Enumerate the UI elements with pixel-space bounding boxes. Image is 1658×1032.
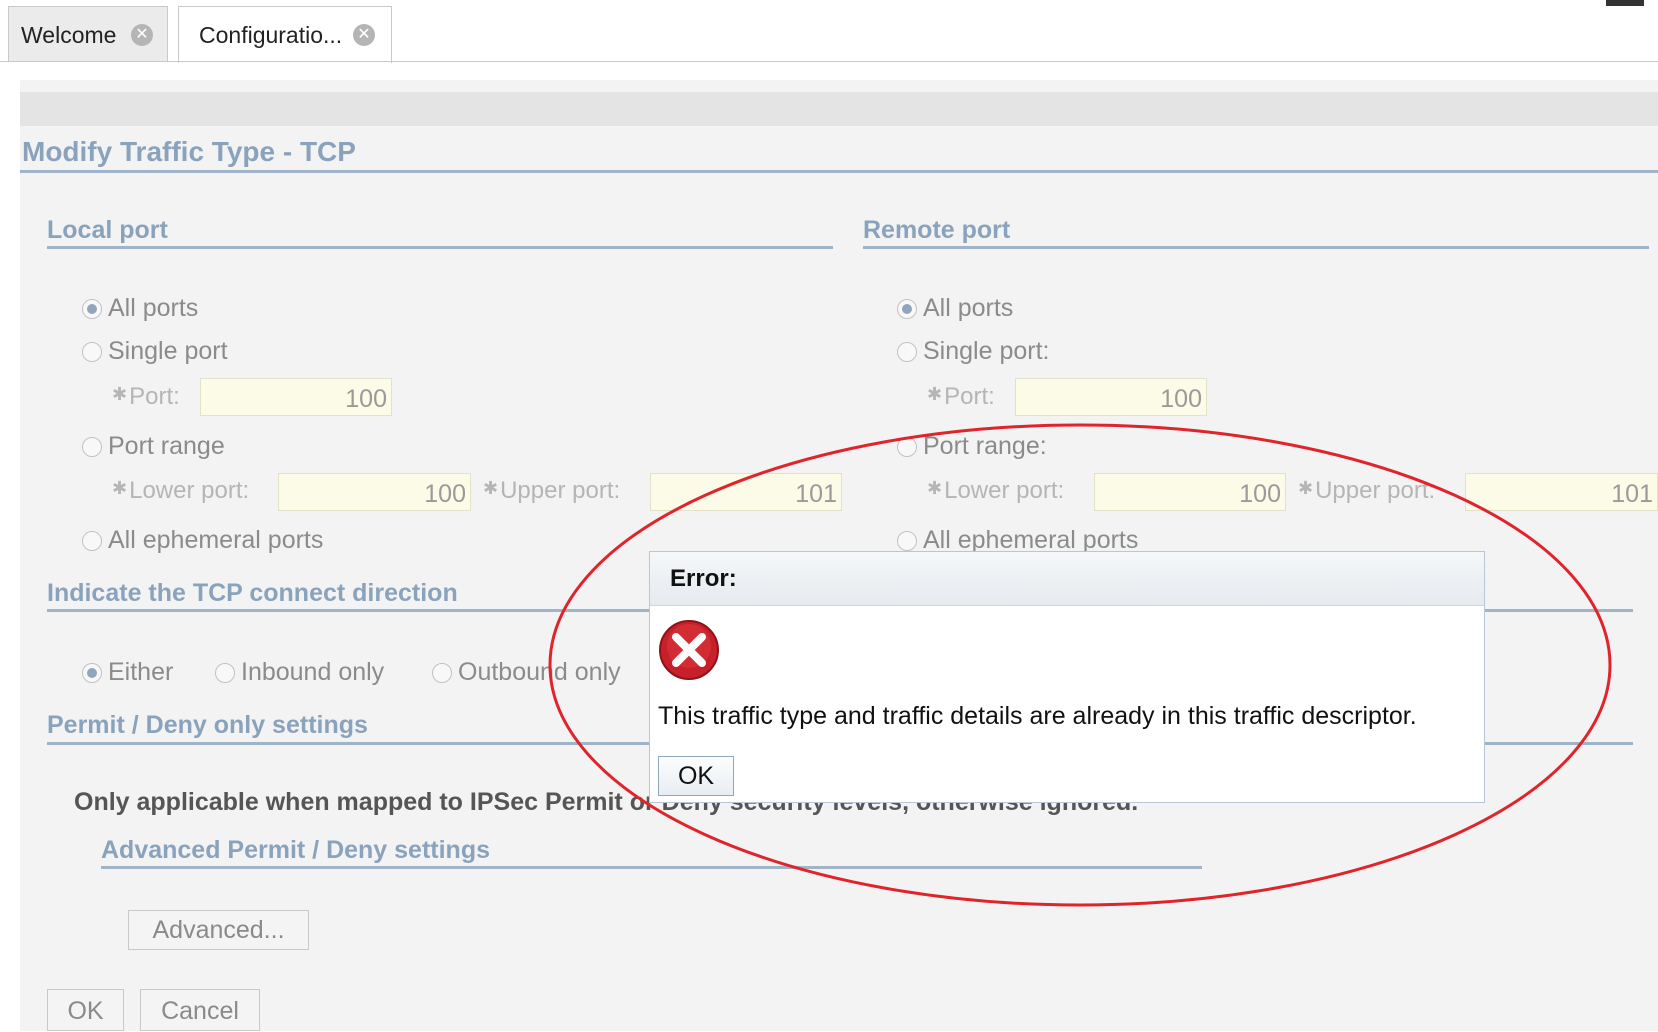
close-icon[interactable]: ✕: [353, 24, 375, 46]
remote-port-label: ✱Port:: [927, 383, 995, 410]
remote-single-port-label: Single port:: [923, 337, 1050, 365]
local-single-port-label: Single port: [108, 337, 228, 365]
advanced-heading: Advanced Permit / Deny settings: [101, 836, 491, 864]
remote-all-ports-option[interactable]: All ports: [897, 294, 1013, 323]
direction-outbound-label: Outbound only: [458, 658, 621, 686]
local-single-port-option[interactable]: Single port: [82, 337, 228, 366]
remote-lower-port-field[interactable]: 100: [1094, 473, 1286, 511]
tab-welcome[interactable]: Welcome ✕: [8, 6, 168, 62]
cancel-button[interactable]: Cancel: [140, 989, 260, 1031]
local-port-label: ✱Port:: [112, 383, 180, 410]
remote-port-range-label: Port range:: [923, 432, 1047, 460]
local-port-range-option[interactable]: Port range: [82, 432, 225, 461]
dialog-ok-button[interactable]: OK: [658, 756, 734, 796]
remote-port-heading: Remote port: [863, 216, 1011, 244]
error-x-icon: [659, 620, 719, 680]
remote-upper-port-label: ✱Upper port:: [1298, 477, 1436, 504]
direction-outbound-option[interactable]: Outbound only: [432, 658, 621, 687]
advanced-rule: [101, 866, 1202, 869]
tab-configuration-label: Configuratio...: [199, 22, 343, 48]
tab-configuration[interactable]: Configuratio... ✕: [178, 6, 392, 63]
local-upper-port-field[interactable]: 101: [650, 473, 842, 511]
remote-ephemeral-label: All ephemeral ports: [923, 526, 1139, 554]
advanced-button[interactable]: Advanced...: [128, 910, 309, 950]
remote-port-field[interactable]: 100: [1015, 378, 1207, 416]
tab-bar: Welcome ✕ Configuratio... ✕: [0, 0, 1658, 63]
error-dialog: Error: This traffic type and traffic det…: [649, 551, 1485, 803]
local-lower-port-label: ✱Lower port:: [112, 477, 250, 504]
radio-button[interactable]: [432, 663, 452, 683]
tab-divider: [0, 61, 1658, 62]
local-port-rule: [47, 246, 833, 249]
close-icon[interactable]: ✕: [131, 24, 153, 46]
dialog-message: This traffic type and traffic details ar…: [658, 702, 1417, 730]
remote-single-port-option[interactable]: Single port:: [897, 337, 1049, 366]
direction-either-label: Either: [108, 658, 174, 686]
direction-inbound-option[interactable]: Inbound only: [215, 658, 384, 687]
title-rule: [20, 170, 1658, 173]
local-all-ports-label: All ports: [108, 294, 199, 322]
direction-heading: Indicate the TCP connect direction: [47, 579, 458, 607]
remote-port-range-option[interactable]: Port range:: [897, 432, 1047, 461]
radio-button[interactable]: [897, 299, 917, 319]
ok-button[interactable]: OK: [47, 989, 124, 1031]
remote-all-ports-label: All ports: [923, 294, 1014, 322]
local-ephemeral-label: All ephemeral ports: [108, 526, 324, 554]
direction-either-option[interactable]: Either: [82, 658, 173, 687]
local-port-range-label: Port range: [108, 432, 225, 460]
radio-button[interactable]: [82, 663, 102, 683]
radio-button[interactable]: [82, 342, 102, 362]
radio-button[interactable]: [897, 437, 917, 457]
page-title: Modify Traffic Type - TCP: [22, 136, 356, 167]
local-upper-port-label: ✱Upper port:: [483, 477, 621, 504]
tab-welcome-label: Welcome: [21, 22, 117, 48]
local-port-heading: Local port: [47, 216, 168, 244]
window-control-icon: [1606, 0, 1644, 6]
permit-deny-heading: Permit / Deny only settings: [47, 711, 368, 739]
radio-button[interactable]: [82, 437, 102, 457]
remote-port-rule: [863, 246, 1649, 249]
local-all-ports-option[interactable]: All ports: [82, 294, 198, 323]
radio-button[interactable]: [82, 299, 102, 319]
remote-lower-port-label: ✱Lower port:: [927, 477, 1065, 504]
panel-header-strip: [20, 92, 1658, 126]
direction-inbound-label: Inbound only: [241, 658, 385, 686]
local-lower-port-field[interactable]: 100: [278, 473, 471, 511]
radio-button[interactable]: [215, 663, 235, 683]
local-ephemeral-option[interactable]: All ephemeral ports: [82, 526, 323, 555]
local-port-field[interactable]: 100: [200, 378, 392, 416]
radio-button[interactable]: [897, 531, 917, 551]
dialog-title: Error:: [670, 565, 737, 592]
radio-button[interactable]: [897, 342, 917, 362]
dialog-header: Error:: [650, 552, 1484, 606]
radio-button[interactable]: [82, 531, 102, 551]
remote-upper-port-field[interactable]: 101: [1465, 473, 1658, 511]
